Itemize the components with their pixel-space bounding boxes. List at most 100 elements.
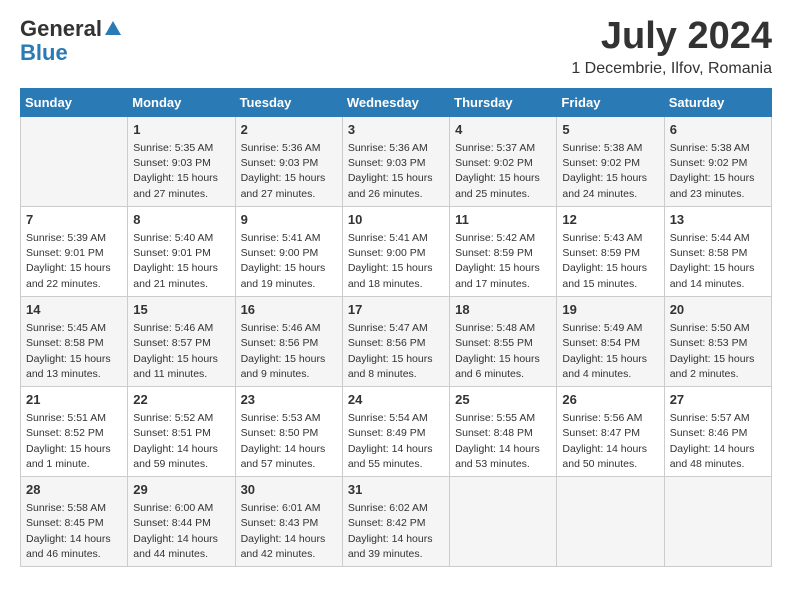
calendar-cell: 28Sunrise: 5:58 AM Sunset: 8:45 PM Dayli…	[21, 477, 128, 567]
calendar-cell: 4Sunrise: 5:37 AM Sunset: 9:02 PM Daylig…	[450, 116, 557, 206]
calendar-cell: 13 Sunrise: 5:44 AM Sunset: 8:58 PM Dayli…	[664, 206, 771, 296]
calendar-cell: 1 Sunrise: 5:35 AM Sunset: 9:03 PM Daylig…	[128, 116, 235, 206]
day-detail: Sunrise: 5:37 AM Sunset: 9:02 PM Dayligh…	[455, 141, 551, 202]
calendar-cell	[664, 477, 771, 567]
day-detail: Sunrise: 6:00 AM Sunset: 8:44 PM Dayligh…	[133, 501, 229, 562]
day-detail: Sunrise: 5:55 AM Sunset: 8:48 PM Dayligh…	[455, 411, 551, 472]
calendar-cell: 19Sunrise: 5:49 AM Sunset: 8:54 PM Dayli…	[557, 296, 664, 386]
day-number: 22	[133, 391, 229, 409]
calendar-cell: 15Sunrise: 5:46 AM Sunset: 8:57 PM Dayli…	[128, 296, 235, 386]
day-number: 11	[455, 211, 551, 229]
day-header: Sunday	[21, 88, 128, 116]
day-number: 17	[348, 301, 444, 319]
calendar-week: 7Sunrise: 5:39 AM Sunset: 9:01 PM Daylig…	[21, 206, 772, 296]
day-number: 30	[241, 481, 337, 499]
day-number: 31	[348, 481, 444, 499]
calendar-cell: 24 Sunrise: 5:54 AM Sunset: 8:49 PM Dayli…	[342, 386, 449, 476]
day-number: 19	[562, 301, 658, 319]
calendar-cell: 17 Sunrise: 5:47 AM Sunset: 8:56 PM Dayli…	[342, 296, 449, 386]
day-detail: Sunrise: 5:44 AM Sunset: 8:58 PM Dayligh…	[670, 231, 766, 292]
day-detail: Sunrise: 5:42 AM Sunset: 8:59 PM Dayligh…	[455, 231, 551, 292]
calendar-cell: 31 Sunrise: 6:02 AM Sunset: 8:42 PM Dayli…	[342, 477, 449, 567]
calendar-cell: 18 Sunrise: 5:48 AM Sunset: 8:55 PM Dayli…	[450, 296, 557, 386]
day-detail: Sunrise: 5:38 AM Sunset: 9:02 PM Dayligh…	[562, 141, 658, 202]
day-header: Tuesday	[235, 88, 342, 116]
day-header: Wednesday	[342, 88, 449, 116]
day-detail: Sunrise: 5:47 AM Sunset: 8:56 PM Dayligh…	[348, 321, 444, 382]
day-number: 2	[241, 121, 337, 139]
calendar-page: General Blue July 2024 1 Decembrie, Ilfo…	[0, 0, 792, 583]
logo: General Blue	[20, 16, 122, 66]
calendar-cell: 23 Sunrise: 5:53 AM Sunset: 8:50 PM Dayli…	[235, 386, 342, 476]
day-header: Monday	[128, 88, 235, 116]
day-number: 18	[455, 301, 551, 319]
day-detail: Sunrise: 5:41 AM Sunset: 9:00 PM Dayligh…	[241, 231, 337, 292]
day-header: Saturday	[664, 88, 771, 116]
day-detail: Sunrise: 5:48 AM Sunset: 8:55 PM Dayligh…	[455, 321, 551, 382]
day-header: Thursday	[450, 88, 557, 116]
calendar-cell: 27 Sunrise: 5:57 AM Sunset: 8:46 PM Dayli…	[664, 386, 771, 476]
calendar-cell: 6Sunrise: 5:38 AM Sunset: 9:02 PM Daylig…	[664, 116, 771, 206]
calendar-cell: 26 Sunrise: 5:56 AM Sunset: 8:47 PM Dayli…	[557, 386, 664, 476]
month-title: July 2024	[571, 16, 772, 58]
day-number: 10	[348, 211, 444, 229]
calendar-week: 1 Sunrise: 5:35 AM Sunset: 9:03 PM Daylig…	[21, 116, 772, 206]
day-number: 25	[455, 391, 551, 409]
day-detail: Sunrise: 5:35 AM Sunset: 9:03 PM Dayligh…	[133, 141, 229, 202]
day-detail: Sunrise: 5:43 AM Sunset: 8:59 PM Dayligh…	[562, 231, 658, 292]
day-detail: Sunrise: 5:52 AM Sunset: 8:51 PM Dayligh…	[133, 411, 229, 472]
day-detail: Sunrise: 5:57 AM Sunset: 8:46 PM Dayligh…	[670, 411, 766, 472]
day-detail: Sunrise: 5:46 AM Sunset: 8:56 PM Dayligh…	[241, 321, 337, 382]
day-number: 20	[670, 301, 766, 319]
day-detail: Sunrise: 5:51 AM Sunset: 8:52 PM Dayligh…	[26, 411, 122, 472]
day-number: 29	[133, 481, 229, 499]
calendar-week: 14Sunrise: 5:45 AM Sunset: 8:58 PM Dayli…	[21, 296, 772, 386]
day-number: 26	[562, 391, 658, 409]
day-number: 9	[241, 211, 337, 229]
calendar-cell: 20 Sunrise: 5:50 AM Sunset: 8:53 PM Dayli…	[664, 296, 771, 386]
day-detail: Sunrise: 5:39 AM Sunset: 9:01 PM Dayligh…	[26, 231, 122, 292]
day-detail: Sunrise: 6:01 AM Sunset: 8:43 PM Dayligh…	[241, 501, 337, 562]
calendar-cell: 9 Sunrise: 5:41 AM Sunset: 9:00 PM Daylig…	[235, 206, 342, 296]
day-detail: Sunrise: 6:02 AM Sunset: 8:42 PM Dayligh…	[348, 501, 444, 562]
day-detail: Sunrise: 5:38 AM Sunset: 9:02 PM Dayligh…	[670, 141, 766, 202]
day-number: 23	[241, 391, 337, 409]
calendar-week: 21 Sunrise: 5:51 AM Sunset: 8:52 PM Dayli…	[21, 386, 772, 476]
day-header: Friday	[557, 88, 664, 116]
logo-blue: Blue	[20, 40, 68, 66]
calendar-cell: 14Sunrise: 5:45 AM Sunset: 8:58 PM Dayli…	[21, 296, 128, 386]
header: General Blue July 2024 1 Decembrie, Ilfo…	[20, 16, 772, 78]
calendar-table: SundayMondayTuesdayWednesdayThursdayFrid…	[20, 88, 772, 567]
day-detail: Sunrise: 5:46 AM Sunset: 8:57 PM Dayligh…	[133, 321, 229, 382]
calendar-cell: 22 Sunrise: 5:52 AM Sunset: 8:51 PM Dayli…	[128, 386, 235, 476]
day-number: 12	[562, 211, 658, 229]
day-detail: Sunrise: 5:53 AM Sunset: 8:50 PM Dayligh…	[241, 411, 337, 472]
header-right: July 2024 1 Decembrie, Ilfov, Romania	[571, 16, 772, 78]
day-number: 3	[348, 121, 444, 139]
logo-general: General	[20, 16, 102, 42]
location: 1 Decembrie, Ilfov, Romania	[571, 60, 772, 78]
day-number: 24	[348, 391, 444, 409]
day-detail: Sunrise: 5:50 AM Sunset: 8:53 PM Dayligh…	[670, 321, 766, 382]
calendar-cell: 11 Sunrise: 5:42 AM Sunset: 8:59 PM Dayli…	[450, 206, 557, 296]
day-number: 1	[133, 121, 229, 139]
header-row: SundayMondayTuesdayWednesdayThursdayFrid…	[21, 88, 772, 116]
calendar-cell: 3Sunrise: 5:36 AM Sunset: 9:03 PM Daylig…	[342, 116, 449, 206]
day-number: 27	[670, 391, 766, 409]
calendar-cell: 30 Sunrise: 6:01 AM Sunset: 8:43 PM Dayli…	[235, 477, 342, 567]
calendar-cell	[450, 477, 557, 567]
day-number: 5	[562, 121, 658, 139]
calendar-cell	[21, 116, 128, 206]
day-number: 21	[26, 391, 122, 409]
calendar-cell: 29 Sunrise: 6:00 AM Sunset: 8:44 PM Dayli…	[128, 477, 235, 567]
calendar-cell: 12 Sunrise: 5:43 AM Sunset: 8:59 PM Dayli…	[557, 206, 664, 296]
day-detail: Sunrise: 5:56 AM Sunset: 8:47 PM Dayligh…	[562, 411, 658, 472]
calendar-cell: 2Sunrise: 5:36 AM Sunset: 9:03 PM Daylig…	[235, 116, 342, 206]
day-detail: Sunrise: 5:45 AM Sunset: 8:58 PM Dayligh…	[26, 321, 122, 382]
day-number: 8	[133, 211, 229, 229]
logo-icon	[104, 19, 122, 37]
day-detail: Sunrise: 5:54 AM Sunset: 8:49 PM Dayligh…	[348, 411, 444, 472]
calendar-cell: 5 Sunrise: 5:38 AM Sunset: 9:02 PM Daylig…	[557, 116, 664, 206]
calendar-cell: 16Sunrise: 5:46 AM Sunset: 8:56 PM Dayli…	[235, 296, 342, 386]
day-number: 13	[670, 211, 766, 229]
